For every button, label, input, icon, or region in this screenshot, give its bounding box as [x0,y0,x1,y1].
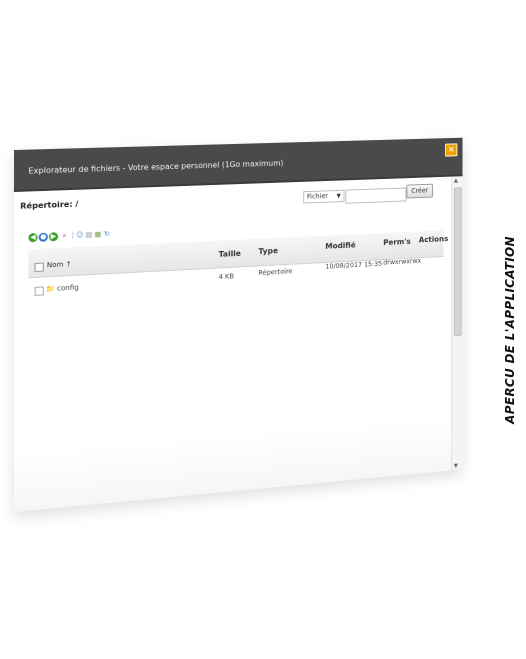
gallery-icon[interactable]: ▦ [93,230,102,239]
type-select-value: Fichier [306,192,328,201]
side-caption: APERCU DE L'APPLICATION [496,190,526,470]
green-circle-icon[interactable]: ◀ [28,232,38,243]
row-size: 4 KB [218,272,234,281]
row-perms: drwxrwxrwx [383,257,422,267]
current-directory-label: Répertoire: / [20,199,79,211]
screenshot-stage: Explorateur de fichiers - Votre espace p… [0,0,526,659]
refresh-icon[interactable]: ↻ [102,230,111,239]
blue-circle-icon[interactable]: ● [38,232,48,242]
new-item-name-input[interactable] [345,187,407,204]
row-modified: 10/08/2017 15:35 [325,260,383,271]
column-header-name[interactable]: Nom ↑ [47,260,72,269]
column-header-modified[interactable]: Modifié [325,241,355,251]
row-checkbox[interactable] [34,286,44,296]
new-item-type-select[interactable]: Fichier ▼ [303,189,345,204]
close-button[interactable]: × [445,143,458,157]
side-caption-text: APERCU DE L'APPLICATION [503,236,517,424]
scroll-up-icon[interactable]: ▲ [454,177,458,184]
scroll-down-icon[interactable]: ▼ [454,462,458,469]
chevron-down-icon: ▼ [336,192,341,200]
row-name[interactable]: config [57,284,79,293]
explorer-content: Répertoire: / Fichier ▼ Créer ◀ ● ▶ ⌕ ¦ … [14,176,453,512]
file-explorer-window: Explorateur de fichiers - Votre espace p… [14,137,463,512]
scroll-thumb[interactable] [453,187,462,337]
window-title: Explorateur de fichiers - Votre espace p… [28,158,284,176]
folder-icon: 📁 [45,284,55,294]
copy-icon[interactable]: ▤ [84,231,93,240]
person-icon[interactable]: ☺ [75,231,84,240]
create-button[interactable]: Créer [406,183,433,199]
bottom-fade [14,415,453,512]
select-all-checkbox[interactable] [34,262,44,272]
row-type: Répertoire [258,267,293,277]
vertical-scrollbar[interactable]: ▲ ▼ [451,176,463,471]
column-header-size[interactable]: Taille [219,249,241,259]
column-header-actions: Actions [418,234,449,245]
column-header-type[interactable]: Type [258,246,278,256]
column-header-perms[interactable]: Perm's [383,237,410,247]
green-circle-icon[interactable]: ▶ [48,232,59,242]
